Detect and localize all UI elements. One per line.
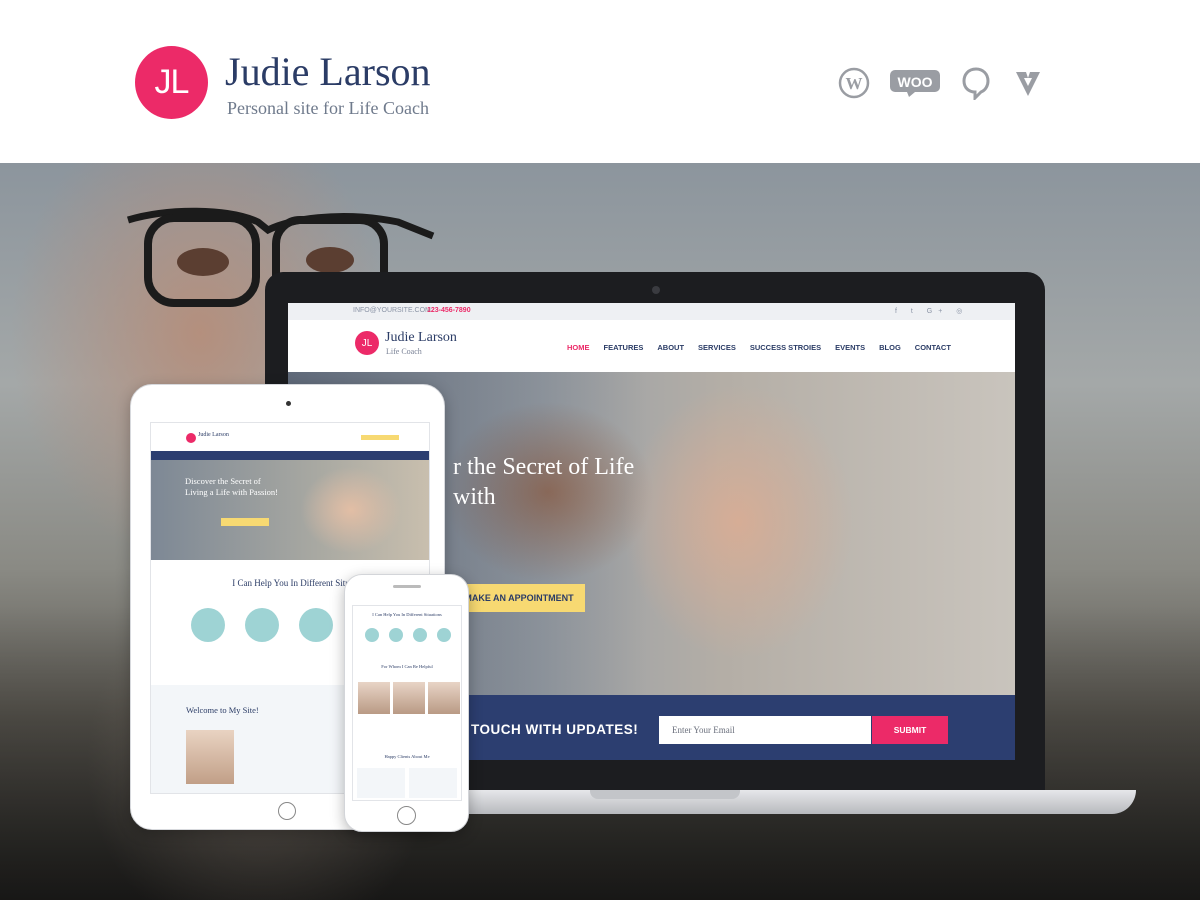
site-topbar: INFO@YOURSITE.COM 123-456-7890 f t G+ ◎: [288, 303, 1015, 320]
phone-helpful-title: For Whom I Can Be Helpful: [381, 664, 433, 669]
header-bar: JL Judie Larson Personal site for Life C…: [0, 0, 1200, 163]
appointment-button[interactable]: MAKE AN APPOINTMENT: [453, 584, 585, 612]
service-icon[interactable]: [437, 628, 451, 642]
woocommerce-icon: WOO: [889, 66, 941, 100]
menu-item-success-stories[interactable]: SUCCESS STROIES: [750, 343, 821, 352]
woo-text: WOO: [898, 74, 933, 90]
tablet-hero-button[interactable]: [221, 518, 269, 526]
site-title[interactable]: Judie Larson: [385, 330, 457, 346]
menu-item-services[interactable]: SERVICES: [698, 343, 736, 352]
service-icon[interactable]: [191, 608, 225, 642]
camera-icon: [652, 286, 660, 294]
service-icon[interactable]: [389, 628, 403, 642]
topbar-phone[interactable]: 123-456-7890: [427, 307, 471, 314]
wordpress-icon: W: [837, 66, 871, 100]
menu-item-blog[interactable]: BLOG: [879, 343, 901, 352]
menu-item-contact[interactable]: CONTACT: [915, 343, 951, 352]
client-photo[interactable]: [428, 682, 460, 714]
testimonial-card: [357, 768, 405, 798]
subscribe-text: TOUCH WITH UPDATES!: [471, 722, 639, 737]
brand-title: Judie Larson: [225, 49, 431, 94]
email-field[interactable]: [659, 716, 871, 744]
phone-speaker: [393, 585, 421, 588]
phone-service-icons: [365, 628, 451, 642]
tablet-camera-icon: [286, 401, 291, 406]
service-icon[interactable]: [365, 628, 379, 642]
tablet-hero: Discover the Secret of Living a Life wit…: [151, 460, 429, 560]
brand-subtitle: Personal site for Life Coach: [227, 98, 429, 118]
phone-photo-row: [358, 682, 460, 714]
site-logo[interactable]: JL: [355, 331, 379, 355]
phone-home-button[interactable]: [397, 806, 416, 825]
testimonial-card: [409, 768, 457, 798]
platform-icons: W WOO: [837, 66, 1045, 100]
menu-item-events[interactable]: EVENTS: [835, 343, 865, 352]
logo-initials: JL: [154, 63, 190, 101]
tablet-site-title[interactable]: Judie Larson: [198, 432, 229, 438]
tablet-site-header: Judie Larson: [151, 423, 429, 451]
tablet-appointment-button[interactable]: [361, 435, 399, 440]
tablet-home-button[interactable]: [278, 802, 296, 820]
menu-item-features[interactable]: FEATURES: [604, 343, 644, 352]
menu-item-about[interactable]: ABOUT: [657, 343, 684, 352]
svg-text:W: W: [846, 74, 863, 93]
tablet-welcome-title: Welcome to My Site!: [186, 705, 259, 715]
revslider-icon: [959, 66, 993, 100]
phone-mockup: I Can Help You In Different Situations F…: [344, 574, 469, 832]
phone-screen: I Can Help You In Different Situations F…: [352, 605, 462, 801]
tablet-nav[interactable]: [151, 451, 429, 460]
client-photo[interactable]: [358, 682, 390, 714]
site-header: JL Judie Larson Life Coach HOME FEATURES…: [288, 320, 1015, 372]
service-icon[interactable]: [299, 608, 333, 642]
service-icon[interactable]: [413, 628, 427, 642]
client-photo[interactable]: [393, 682, 425, 714]
submit-button[interactable]: SUBMIT: [872, 716, 948, 744]
site-subtitle: Life Coach: [386, 347, 422, 356]
logo: JL: [135, 46, 208, 119]
tablet-hero-text: Discover the Secret of Living a Life wit…: [185, 476, 279, 497]
hero-headline: r the Secret of Life with: [453, 454, 635, 510]
topbar-email[interactable]: INFO@YOURSITE.COM: [353, 307, 431, 314]
service-icon[interactable]: [245, 608, 279, 642]
tablet-site-logo[interactable]: [186, 433, 196, 443]
phone-clients-title: Happy Clients About Me: [384, 754, 430, 759]
main-menu: HOME FEATURES ABOUT SERVICES SUCCESS STR…: [567, 343, 951, 352]
social-icons[interactable]: f t G+ ◎: [895, 307, 968, 315]
tablet-portrait-photo: [186, 730, 234, 784]
menu-item-home[interactable]: HOME: [567, 343, 590, 352]
visual-composer-icon: [1011, 66, 1045, 100]
phone-section-title: I Can Help You In Different Situations: [372, 612, 442, 617]
